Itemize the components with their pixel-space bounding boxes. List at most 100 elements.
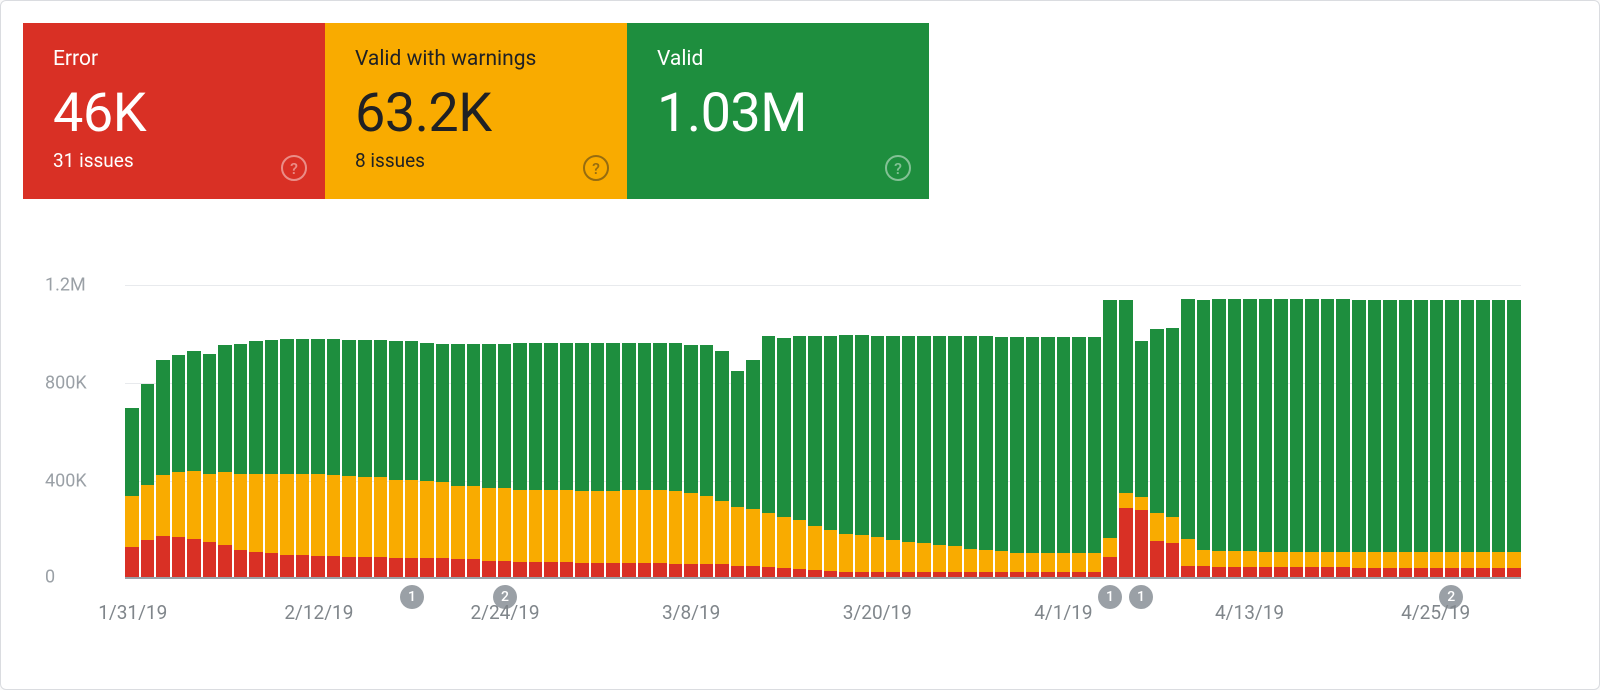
chart-bar[interactable] (1150, 329, 1164, 579)
chart-bar[interactable] (1399, 300, 1413, 579)
chart-bar[interactable] (746, 360, 760, 579)
chart-bar[interactable] (1088, 337, 1102, 579)
chart-bar[interactable] (1228, 299, 1242, 579)
chart-bar[interactable] (141, 384, 155, 579)
chart-bar[interactable] (575, 343, 589, 579)
chart-bar[interactable] (172, 355, 186, 579)
chart-bar[interactable] (1166, 328, 1180, 579)
chart-bar[interactable] (606, 343, 620, 579)
tab-error[interactable]: Error 46K 31 issues ? (23, 23, 325, 199)
chart-bar[interactable] (1305, 299, 1319, 579)
chart-bar[interactable] (544, 343, 558, 579)
chart-bar[interactable] (203, 354, 217, 579)
chart-bar[interactable] (265, 340, 279, 579)
chart-bar[interactable] (808, 336, 822, 579)
chart-bar[interactable] (1243, 299, 1257, 579)
chart-bar[interactable] (591, 343, 605, 579)
y-tick-400k: 400K (45, 471, 87, 492)
chart-bar[interactable] (1181, 299, 1195, 580)
chart-bar[interactable] (374, 340, 388, 579)
chart-bar[interactable] (513, 343, 527, 579)
chart-bar[interactable] (1492, 300, 1506, 579)
chart-bar[interactable] (715, 351, 729, 579)
chart-bar[interactable] (451, 344, 465, 579)
bar-segment-warn (358, 477, 372, 557)
chart-bar[interactable] (1507, 300, 1521, 579)
chart-bar[interactable] (529, 343, 543, 579)
chart-bar[interactable] (327, 339, 341, 579)
chart-bar[interactable] (824, 336, 838, 579)
chart-bar[interactable] (653, 343, 667, 579)
chart-bar[interactable] (156, 360, 170, 579)
chart-bar[interactable] (1445, 300, 1459, 579)
chart-bar[interactable] (684, 345, 698, 579)
chart-bar[interactable] (187, 351, 201, 579)
chart-bar[interactable] (793, 336, 807, 579)
chart-bar[interactable] (669, 343, 683, 579)
chart-bar[interactable] (405, 341, 419, 579)
tab-valid-with-warnings[interactable]: Valid with warnings 63.2K 8 issues ? (325, 23, 627, 199)
chart-bar[interactable] (948, 336, 962, 579)
chart-bar[interactable] (700, 345, 714, 579)
chart-bar[interactable] (1274, 299, 1288, 579)
chart-bar[interactable] (1461, 300, 1475, 579)
help-icon[interactable]: ? (885, 155, 911, 181)
chart-bar[interactable] (839, 335, 853, 579)
chart-bar[interactable] (762, 336, 776, 579)
chart-bar[interactable] (234, 344, 248, 579)
tab-valid[interactable]: Valid 1.03M ? (627, 23, 929, 199)
chart-bar[interactable] (420, 343, 434, 579)
chart-bar[interactable] (1290, 299, 1304, 579)
chart-bar[interactable] (1383, 300, 1397, 579)
chart-bar[interactable] (731, 371, 745, 579)
bar-segment-warn (1445, 552, 1459, 567)
chart-bar[interactable] (1041, 337, 1055, 579)
help-icon[interactable]: ? (281, 155, 307, 181)
chart-bar[interactable] (1010, 337, 1024, 579)
chart-bar[interactable] (436, 344, 450, 579)
chart-bar[interactable] (886, 336, 900, 579)
chart-bar[interactable] (1057, 337, 1071, 579)
chart-bar[interactable] (296, 339, 310, 579)
chart-bar[interactable] (218, 345, 232, 579)
chart-bar[interactable] (871, 336, 885, 579)
chart-bar[interactable] (389, 341, 403, 579)
chart-bar[interactable] (1259, 299, 1273, 579)
chart-bar[interactable] (1476, 300, 1490, 579)
chart-bar[interactable] (917, 336, 931, 579)
chart-bar[interactable] (638, 343, 652, 579)
chart-bar[interactable] (777, 338, 791, 579)
chart-bar[interactable] (1026, 337, 1040, 579)
help-icon[interactable]: ? (583, 155, 609, 181)
chart-bar[interactable] (933, 336, 947, 579)
chart-bar[interactable] (358, 340, 372, 579)
chart-bar[interactable] (1135, 341, 1149, 579)
chart-bar[interactable] (498, 344, 512, 579)
chart-bar[interactable] (125, 408, 139, 579)
chart-bar[interactable] (1212, 299, 1226, 579)
bar-segment-warn (1290, 552, 1304, 567)
chart-bar[interactable] (1368, 300, 1382, 579)
chart-bar[interactable] (622, 343, 636, 579)
chart-bar[interactable] (855, 335, 869, 579)
chart-bar[interactable] (311, 339, 325, 579)
chart-bar[interactable] (964, 336, 978, 579)
chart-bar[interactable] (902, 336, 916, 579)
chart-bar[interactable] (280, 339, 294, 579)
chart-bar[interactable] (1119, 300, 1133, 579)
chart-bar[interactable] (342, 340, 356, 579)
chart-bar[interactable] (1352, 300, 1366, 579)
chart-bar[interactable] (1414, 300, 1428, 579)
chart-bar[interactable] (482, 344, 496, 579)
chart-bar[interactable] (1072, 337, 1086, 579)
chart-bar[interactable] (560, 343, 574, 579)
chart-bar[interactable] (249, 341, 263, 579)
chart-bar[interactable] (1430, 300, 1444, 579)
chart-bar[interactable] (1321, 299, 1335, 579)
chart-bar[interactable] (979, 336, 993, 579)
chart-bar[interactable] (1336, 299, 1350, 579)
chart-bar[interactable] (1197, 300, 1211, 579)
chart-bar[interactable] (995, 337, 1009, 579)
chart-bar[interactable] (467, 344, 481, 579)
chart-bar[interactable] (1103, 300, 1117, 579)
